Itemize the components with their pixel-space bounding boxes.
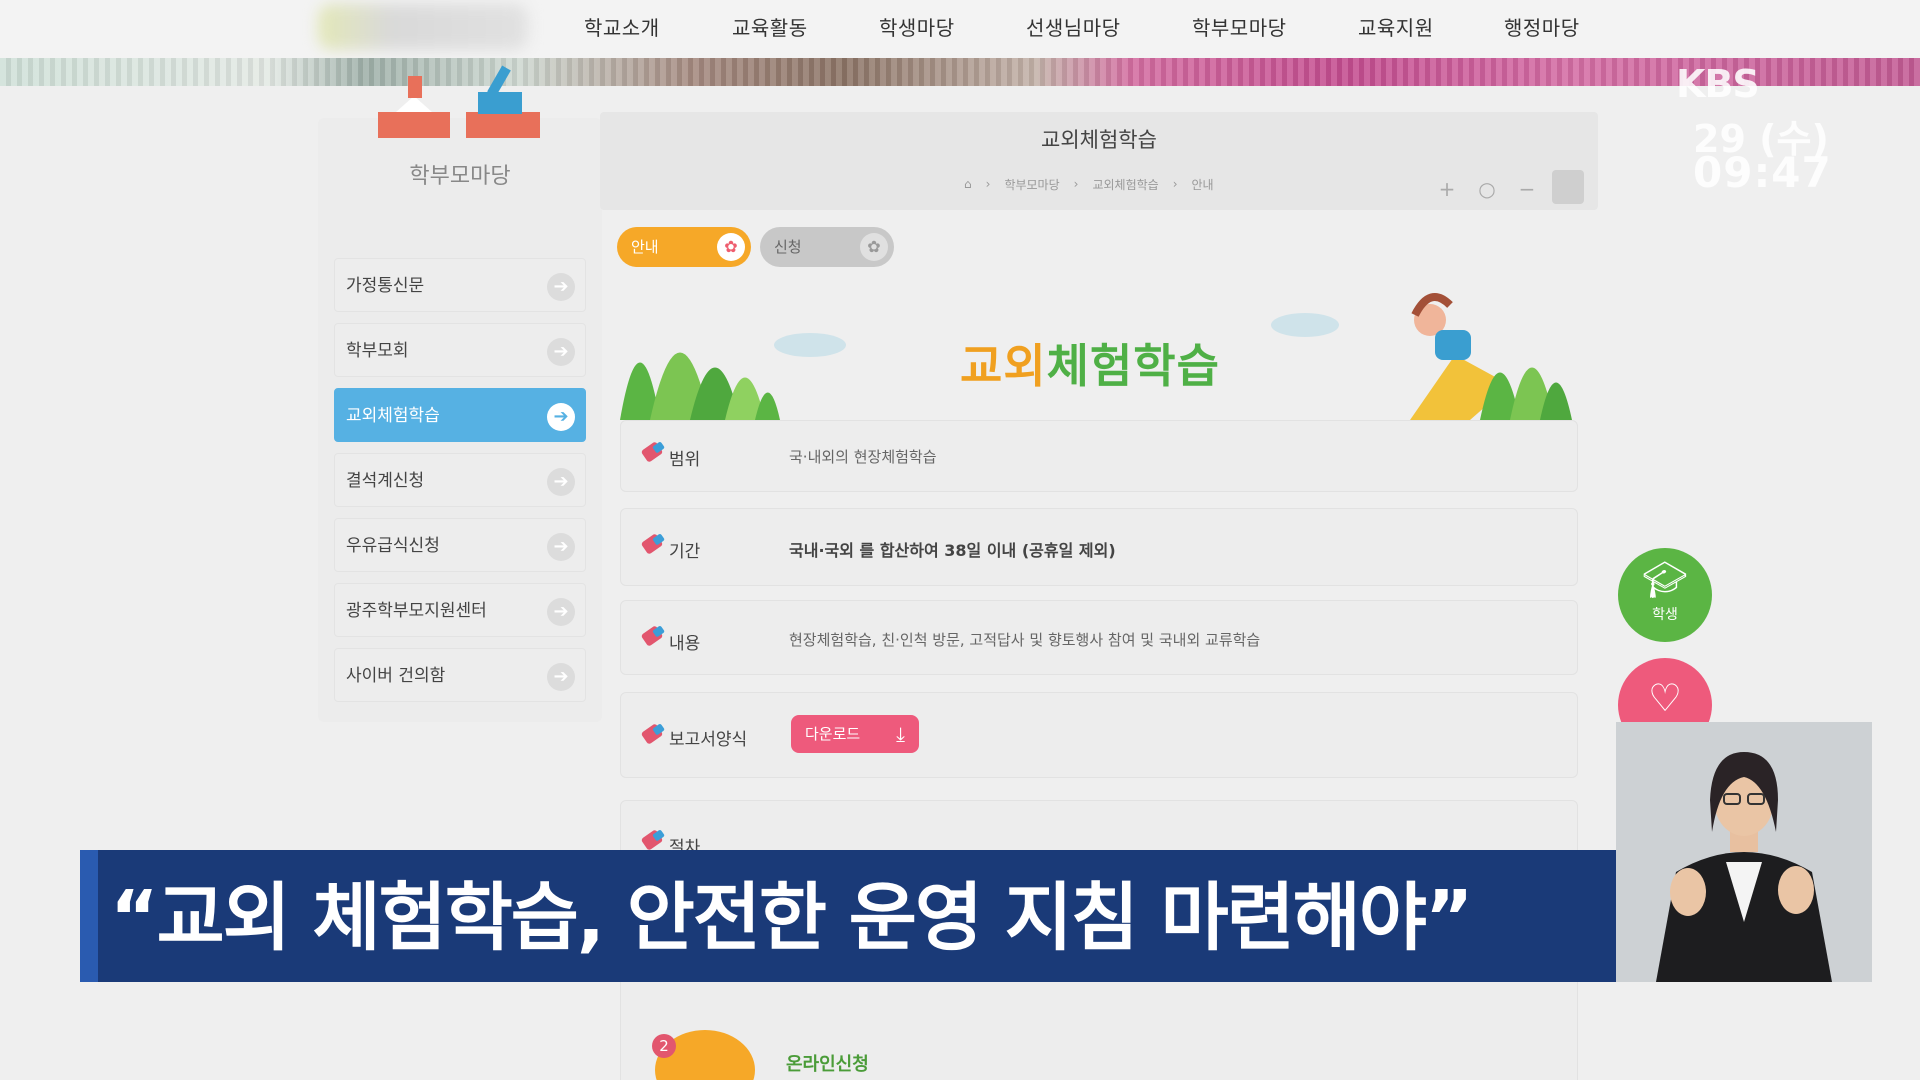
breadcrumb-separator: › — [1073, 177, 1079, 191]
zoom-reset-icon[interactable]: ○ — [1474, 176, 1500, 202]
row-label: 기간 — [669, 542, 701, 562]
sidebar-item-label: 교외체험학습 — [346, 406, 440, 426]
hero-title-part2: 체험학습 — [1046, 339, 1220, 393]
heart-icon: ♡ — [1647, 676, 1683, 720]
step-label: 온라인신청 — [786, 1054, 869, 1075]
breadcrumb-item[interactable]: 안내 — [1192, 176, 1214, 193]
flower-icon: ✿ — [717, 233, 745, 261]
nav-teachers[interactable]: 선생님마당 — [1026, 12, 1121, 41]
student-shortcut-label: 학생 — [1652, 607, 1678, 623]
zoom-in-icon[interactable]: + — [1434, 176, 1460, 202]
pencil-icon — [640, 829, 664, 851]
broadcast-time: 09:47 — [1693, 148, 1832, 197]
nav-education-support[interactable]: 교육지원 — [1358, 12, 1434, 41]
flower-icon: ✿ — [860, 233, 888, 261]
download-button[interactable]: 다운로드 ⤓ — [791, 715, 919, 753]
breadcrumb-separator: › — [1172, 177, 1178, 191]
arrow-right-icon: ➔ — [547, 468, 575, 496]
parents-section-icon — [378, 65, 540, 138]
pencil-icon — [640, 533, 664, 555]
kbs-logo: KBS — [1676, 62, 1760, 106]
breadcrumb-item[interactable]: 교외체험학습 — [1092, 176, 1158, 193]
hero-title: 교외체험학습 — [960, 330, 1220, 396]
page-title: 교외체험학습 — [1041, 128, 1157, 152]
download-icon: ⤓ — [896, 722, 905, 746]
arrow-right-icon: ➔ — [547, 338, 575, 366]
sidebar-item-label: 우유급식신청 — [346, 536, 440, 556]
row-value: 국내·국외 를 합산하여 38일 이내 (공휴일 제외) — [789, 541, 1116, 560]
arrow-right-icon: ➔ — [547, 403, 575, 431]
home-icon[interactable]: ⌂ — [964, 177, 972, 191]
pencil-icon — [640, 723, 664, 745]
news-caption-text: “교외 체험학습, 안전한 운영 지침 마련해야” — [110, 875, 1474, 961]
nav-parents[interactable]: 학부모마당 — [1192, 12, 1287, 41]
arrow-right-icon: ➔ — [547, 273, 575, 301]
sidebar-item-field-trip[interactable]: 교외체험학습 ➔ — [334, 388, 586, 442]
info-row-content: 내용 현장체험학습, 친·인척 방문, 고적답사 및 향토행사 참여 및 국내외… — [620, 600, 1578, 675]
hero-title-part1: 교외 — [960, 339, 1047, 393]
pencil-icon — [640, 625, 664, 647]
row-label: 범위 — [669, 450, 701, 470]
sidebar-item-label: 가정통신문 — [346, 276, 425, 296]
tab-label: 안내 — [631, 238, 659, 256]
nav-education-activities[interactable]: 교육활동 — [732, 12, 808, 41]
nav-students[interactable]: 학생마당 — [879, 12, 955, 41]
sidebar-item-label: 광주학부모지원센터 — [346, 601, 487, 621]
arrow-right-icon: ➔ — [547, 598, 575, 626]
print-icon[interactable] — [1552, 170, 1584, 204]
row-value: 현장체험학습, 친·인척 방문, 고적답사 및 향토행사 참여 및 국내외 교류… — [789, 631, 1261, 649]
tab-label: 신청 — [774, 238, 802, 256]
sign-language-interpreter — [1616, 722, 1872, 982]
sidebar-item-cyber-suggestion-box[interactable]: 사이버 건의함 ➔ — [334, 648, 586, 702]
zoom-out-icon[interactable]: − — [1514, 176, 1540, 202]
breadcrumb: ⌂ › 학부모마당 › 교외체험학습 › 안내 — [964, 174, 1228, 194]
sidebar-item-milk-request[interactable]: 우유급식신청 ➔ — [334, 518, 586, 572]
sidebar-item-parent-support-center[interactable]: 광주학부모지원센터 ➔ — [334, 583, 586, 637]
arrow-right-icon: ➔ — [547, 663, 575, 691]
row-value: 국·내외의 현장체험학습 — [789, 448, 937, 466]
sidebar-item-parents-association[interactable]: 학부모회 ➔ — [334, 323, 586, 377]
pencil-icon — [640, 441, 664, 463]
info-row-report-form: 보고서양식 다운로드 ⤓ — [620, 692, 1578, 778]
sidebar-item-newsletter[interactable]: 가정통신문 ➔ — [334, 258, 586, 312]
school-logo[interactable] — [318, 4, 528, 50]
step-number: 2 — [652, 1034, 676, 1058]
download-label: 다운로드 — [805, 725, 861, 743]
arrow-right-icon: ➔ — [547, 533, 575, 561]
sidebar-item-label: 학부모회 — [346, 341, 409, 361]
info-row-scope: 범위 국·내외의 현장체험학습 — [620, 420, 1578, 492]
sidebar-section-title: 학부모마당 — [409, 164, 511, 189]
sidebar-item-label: 사이버 건의함 — [346, 666, 446, 686]
sidebar-item-label: 결석계신청 — [346, 471, 425, 491]
nav-school-intro[interactable]: 학교소개 — [584, 12, 660, 41]
tab-apply[interactable]: 신청 ✿ — [760, 227, 894, 267]
tab-guide[interactable]: 안내 ✿ — [617, 227, 751, 267]
breadcrumb-separator: › — [985, 177, 991, 191]
student-shortcut-button[interactable]: 🎓︎ 학생 — [1618, 548, 1712, 642]
info-row-period: 기간 국내·국외 를 합산하여 38일 이내 (공휴일 제외) — [620, 508, 1578, 586]
sidebar-item-absence-request[interactable]: 결석계신청 ➔ — [334, 453, 586, 507]
breadcrumb-item[interactable]: 학부모마당 — [1004, 176, 1059, 193]
news-caption-bar: “교외 체험학습, 안전한 운영 지침 마련해야” — [80, 850, 1618, 982]
row-label: 보고서양식 — [669, 730, 748, 750]
top-navigation: 학교소개 교육활동 학생마당 선생님마당 학부모마당 교육지원 행정마당 — [0, 0, 1920, 58]
row-label: 내용 — [669, 634, 701, 654]
nav-administration[interactable]: 행정마당 — [1504, 12, 1580, 41]
graduation-cap-icon: 🎓︎ — [1642, 560, 1688, 601]
header-banner-image — [0, 58, 1920, 86]
